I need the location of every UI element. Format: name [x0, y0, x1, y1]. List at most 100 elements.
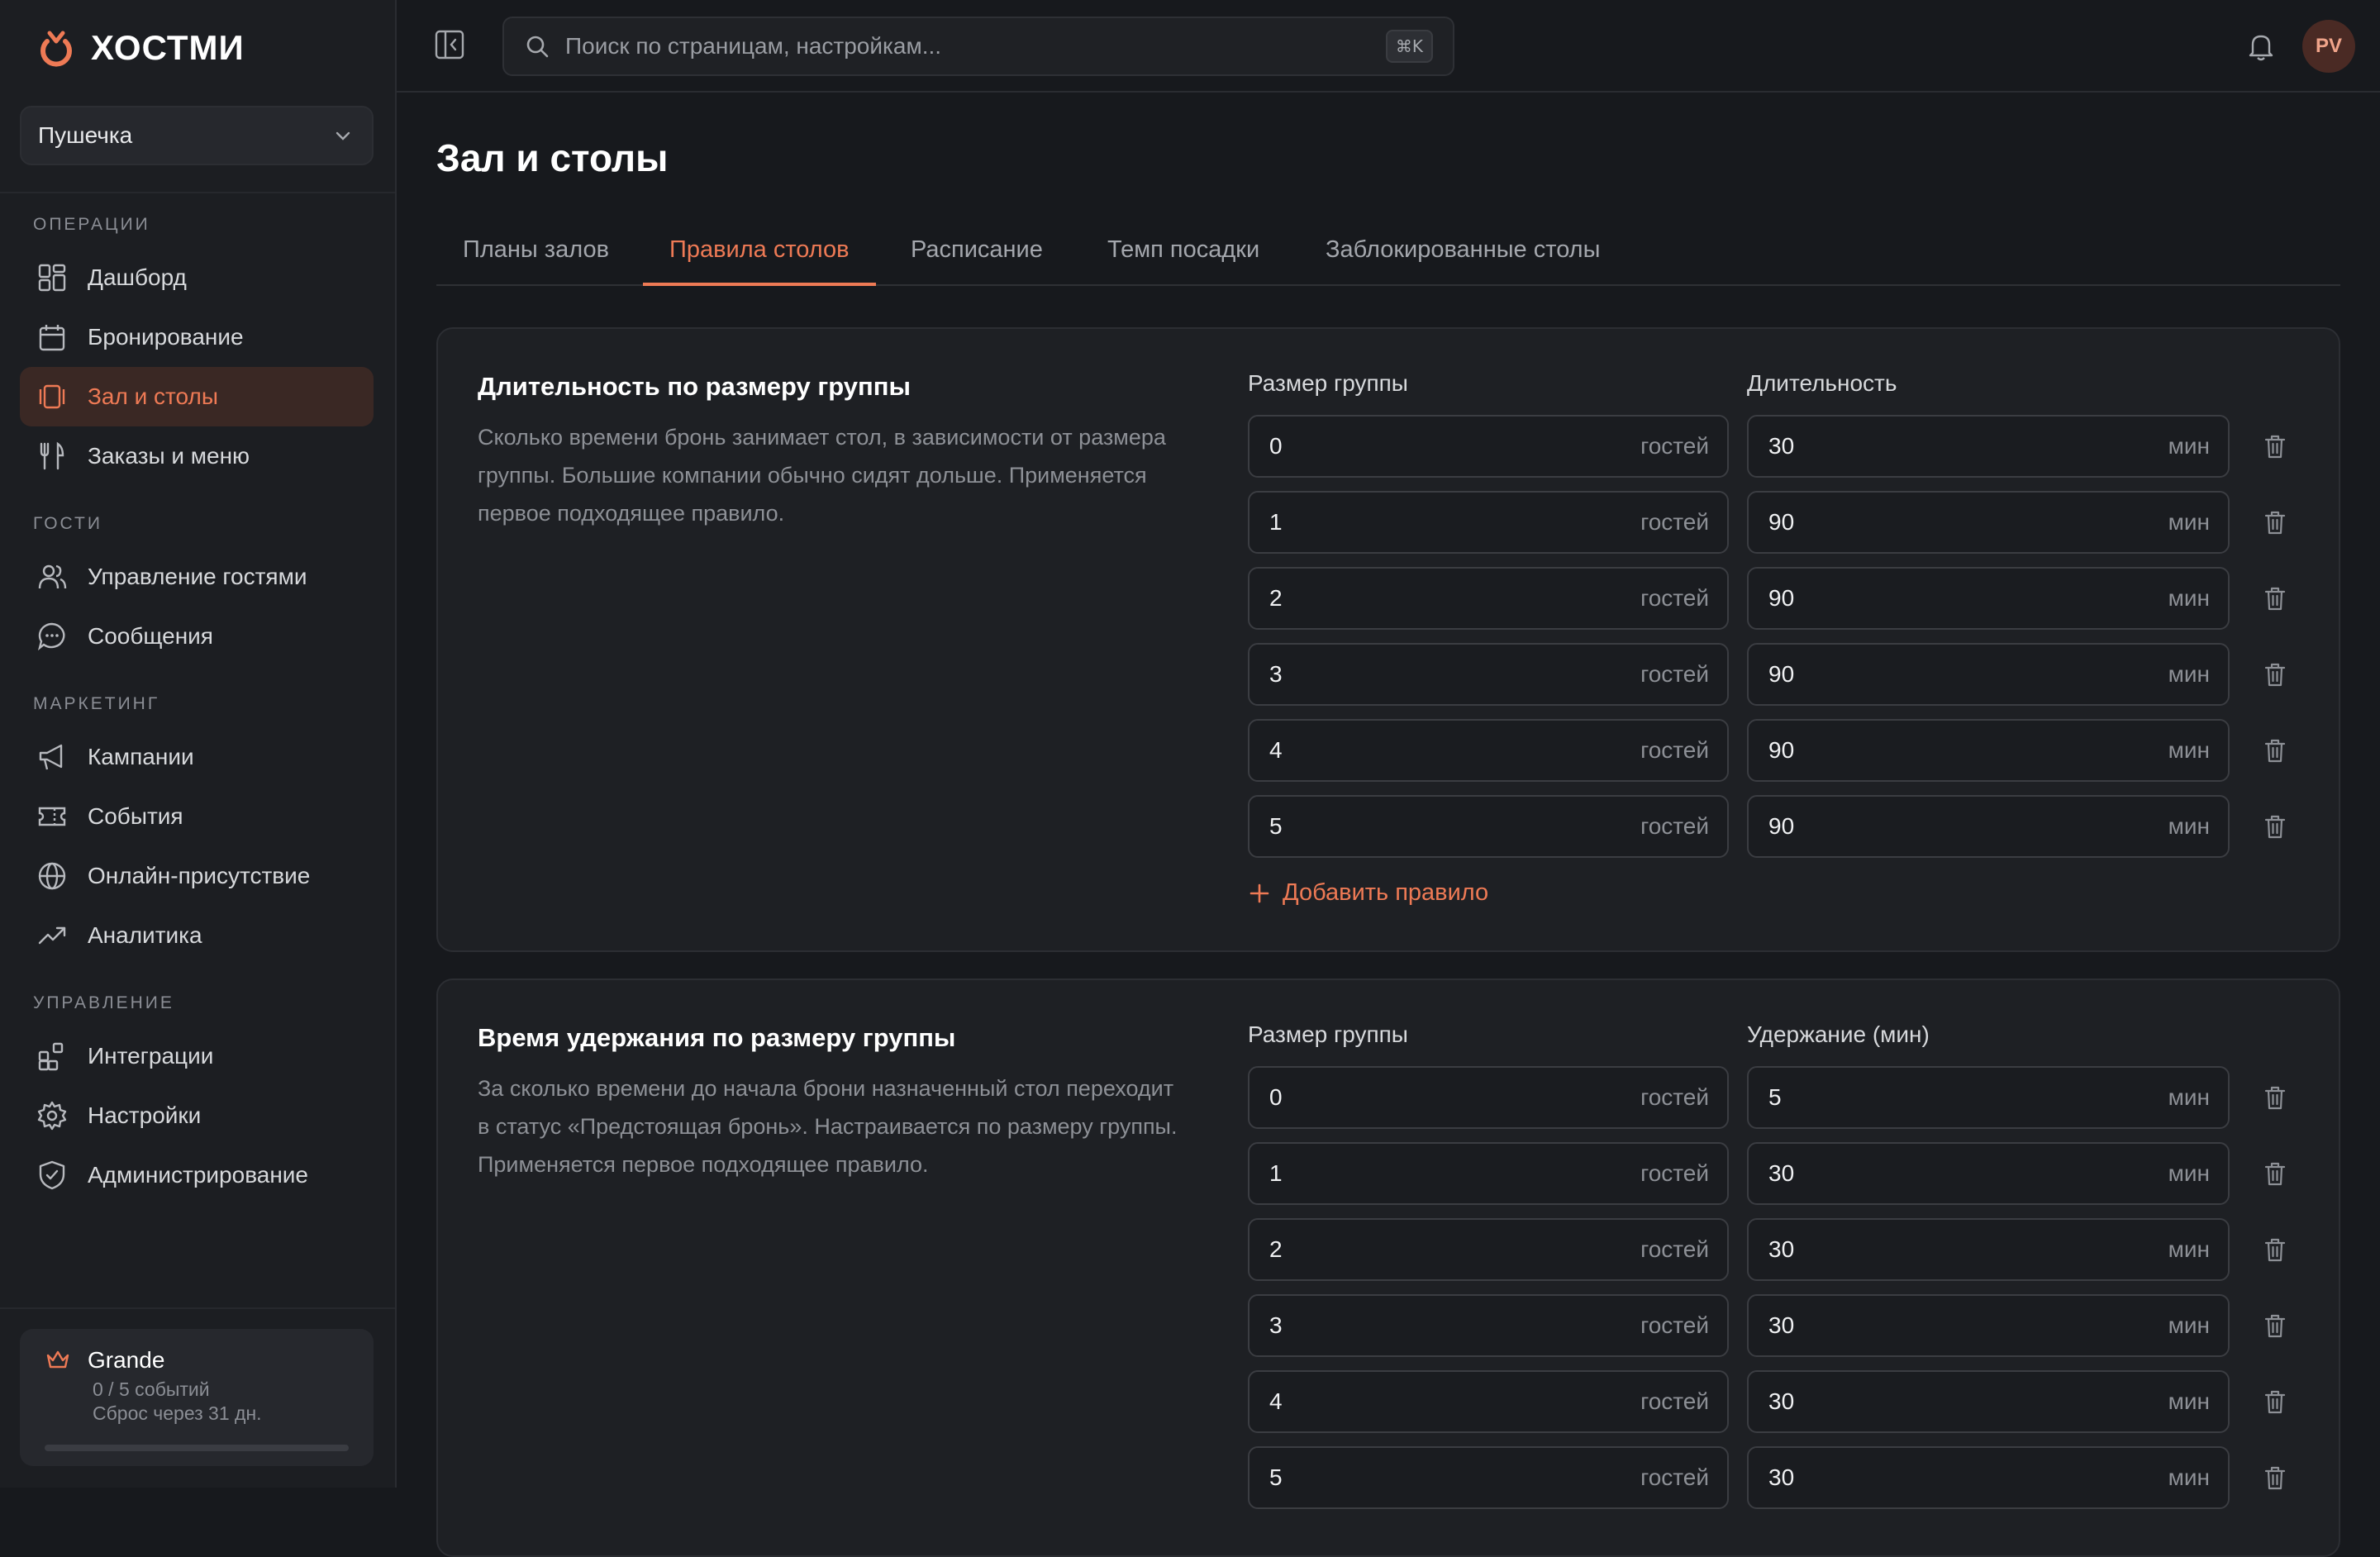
minutes-unit: мин	[2168, 509, 2210, 535]
sidebar-item-label: Дашборд	[88, 264, 187, 290]
minutes-unit: мин	[2168, 1464, 2210, 1490]
guests-unit: гостей	[1640, 1160, 1709, 1186]
group-size-field[interactable]: 0 гостей	[1248, 1066, 1729, 1129]
group-size-field[interactable]: 1 гостей	[1248, 491, 1729, 554]
tab-hall-plans[interactable]: Планы залов	[463, 236, 609, 286]
minutes-field[interactable]: 90 мин	[1747, 567, 2230, 630]
group-size-field[interactable]: 4 гостей	[1248, 719, 1729, 782]
utensils-icon	[40, 441, 64, 470]
tab-schedule[interactable]: Расписание	[911, 236, 1043, 286]
trash-icon[interactable]	[2263, 1160, 2287, 1187]
minutes-unit: мин	[2168, 737, 2210, 763]
minutes-unit: мин	[2168, 813, 2210, 839]
trash-icon[interactable]	[2263, 813, 2287, 840]
trash-icon[interactable]	[2263, 1084, 2287, 1111]
group-size-value: 0	[1269, 433, 1283, 459]
trash-icon[interactable]	[2263, 1312, 2287, 1339]
chevron-down-icon	[336, 131, 350, 140]
minutes-field[interactable]: 30 мин	[1747, 1142, 2230, 1205]
minutes-field[interactable]: 30 мин	[1747, 1294, 2230, 1357]
sidebar-item-campaigns[interactable]: Кампании	[20, 727, 374, 787]
minutes-unit: мин	[2168, 1160, 2210, 1186]
sidebar-item-dashboard[interactable]: Дашборд	[20, 248, 374, 307]
shortcut-badge: ⌘K	[1385, 30, 1433, 63]
group-size-field[interactable]: 2 гостей	[1248, 567, 1729, 630]
sidebar-item-administration[interactable]: Администрирование	[20, 1145, 374, 1205]
avatar[interactable]: PV	[2302, 20, 2355, 73]
column-header-size: Размер группы	[1248, 1021, 1408, 1047]
trash-icon[interactable]	[2263, 1464, 2287, 1491]
sidebar-item-tables[interactable]: Зал и столы	[20, 367, 374, 426]
guests-unit: гостей	[1640, 737, 1709, 763]
trash-icon[interactable]	[2263, 433, 2287, 459]
plus-icon	[1250, 883, 1269, 902]
minutes-field[interactable]: 30 мин	[1747, 1370, 2230, 1433]
minutes-field[interactable]: 30 мин	[1747, 1446, 2230, 1509]
group-size-value: 4	[1269, 1388, 1283, 1414]
minutes-value: 30	[1768, 433, 1795, 459]
hold-rules-card: Время удержания по размеру группы За ско…	[436, 978, 2340, 1557]
guests-unit: гостей	[1640, 661, 1709, 687]
sidebar-item-integrations[interactable]: Интеграции	[20, 1026, 374, 1086]
plan-card[interactable]: Grande 0 / 5 событий Сброс через 31 дн.	[20, 1329, 374, 1466]
section-label-management: УПРАВЛЕНИЕ	[33, 993, 174, 1012]
tab-blocked-tables[interactable]: Заблокированные столы	[1326, 236, 1600, 286]
group-size-field[interactable]: 3 гостей	[1248, 1294, 1729, 1357]
venue-name: Пушечка	[38, 122, 133, 148]
group-size-field[interactable]: 4 гостей	[1248, 1370, 1729, 1433]
minutes-unit: мин	[2168, 1312, 2210, 1338]
trash-icon[interactable]	[2263, 1236, 2287, 1263]
add-rule-label: Добавить правило	[1283, 879, 1489, 906]
sidebar-item-online-presence[interactable]: Онлайн-присутствие	[20, 846, 374, 906]
sidebar-item-orders-menu[interactable]: Заказы и меню	[20, 426, 374, 486]
trash-icon[interactable]	[2263, 737, 2287, 764]
add-rule-button[interactable]: Добавить правило	[1248, 879, 1488, 907]
tab-table-rules[interactable]: Правила столов	[643, 236, 876, 286]
sidebar-divider	[0, 1307, 395, 1309]
group-size-field[interactable]: 5 гостей	[1248, 1446, 1729, 1509]
sidebar-item-messages[interactable]: Сообщения	[20, 607, 374, 666]
group-size-field[interactable]: 1 гостей	[1248, 1142, 1729, 1205]
minutes-value: 5	[1768, 1084, 1782, 1110]
sidebar-item-events[interactable]: События	[20, 787, 374, 846]
sidebar-item-analytics[interactable]: Аналитика	[20, 906, 374, 965]
plan-progress-bar	[45, 1445, 349, 1451]
card-title: Время удержания по размеру группы	[478, 1023, 956, 1052]
column-header-hold: Удержание (мин)	[1747, 1021, 1930, 1047]
group-size-value: 3	[1269, 1312, 1283, 1338]
group-size-field[interactable]: 2 гостей	[1248, 1218, 1729, 1281]
app-logo[interactable]: ХОСТМИ	[33, 25, 245, 71]
group-size-value: 1	[1269, 1160, 1283, 1186]
sidebar-item-label: Заказы и меню	[88, 443, 250, 469]
search-input[interactable]	[565, 33, 1371, 60]
bell-icon[interactable]	[2244, 30, 2278, 63]
minutes-field[interactable]: 5 мин	[1747, 1066, 2230, 1129]
sidebar-item-label: Сообщения	[88, 623, 213, 649]
sidebar-item-label: Настройки	[88, 1102, 202, 1128]
sidebar-item-label: Кампании	[88, 744, 194, 769]
minutes-field[interactable]: 30 мин	[1747, 1218, 2230, 1281]
minutes-field[interactable]: 90 мин	[1747, 795, 2230, 858]
users-icon	[38, 564, 67, 589]
trash-icon[interactable]	[2263, 509, 2287, 536]
sidebar-toggle-icon[interactable]	[433, 28, 466, 61]
trash-icon[interactable]	[2263, 661, 2287, 688]
sidebar-divider	[0, 192, 395, 193]
guests-unit: гостей	[1640, 813, 1709, 839]
group-size-field[interactable]: 0 гостей	[1248, 415, 1729, 478]
sidebar-item-booking[interactable]: Бронирование	[20, 307, 374, 367]
trash-icon[interactable]	[2263, 585, 2287, 612]
group-size-field[interactable]: 3 гостей	[1248, 643, 1729, 706]
trash-icon[interactable]	[2263, 1388, 2287, 1415]
tab-seating-pace[interactable]: Темп посадки	[1107, 236, 1259, 286]
search-bar[interactable]: ⌘K	[502, 17, 1454, 76]
minutes-field[interactable]: 90 мин	[1747, 719, 2230, 782]
group-size-field[interactable]: 5 гостей	[1248, 795, 1729, 858]
minutes-field[interactable]: 30 мин	[1747, 415, 2230, 478]
minutes-field[interactable]: 90 мин	[1747, 643, 2230, 706]
sidebar-item-settings[interactable]: Настройки	[20, 1086, 374, 1145]
sidebar-item-guest-management[interactable]: Управление гостями	[20, 547, 374, 607]
megaphone-icon	[39, 744, 63, 770]
minutes-field[interactable]: 90 мин	[1747, 491, 2230, 554]
venue-selector[interactable]: Пушечка	[20, 106, 374, 165]
